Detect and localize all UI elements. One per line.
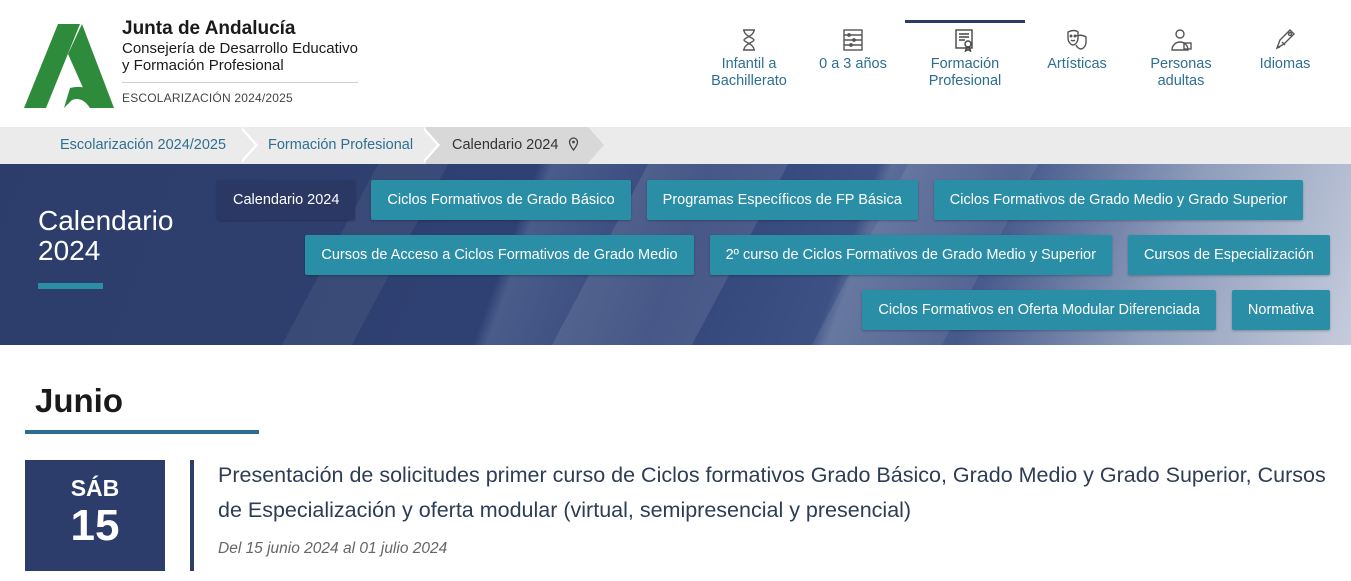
subnav-segundo-curso[interactable]: 2º curso de Ciclos Formativos de Grado M… [709,235,1112,275]
breadcrumb-separator [239,127,255,163]
event-title: Presentación de solicitudes primer curso… [218,463,1326,522]
site-subtitle: ESCOLARIZACIÓN 2024/2025 [122,91,293,105]
pen-icon [1275,29,1295,50]
event-divider [190,460,194,571]
subnav-row: Calendario 2024 Ciclos Formativos de Gra… [210,180,1330,220]
hourglass-icon [743,29,755,51]
organization-name: Junta de Andalucía [122,18,296,39]
section-subnav: Calendario 2024 Ciclos Formativos de Gra… [210,180,1330,345]
month-heading: Junio [35,382,123,419]
subnav-normativa[interactable]: Normativa [1231,290,1330,330]
subnav-row: Ciclos Formativos en Oferta Modular Dife… [210,290,1330,330]
adult-person-icon [1171,29,1192,51]
subnav-calendario-2024[interactable]: Calendario 2024 [217,180,356,220]
junta-andalucia-logo[interactable] [24,24,114,108]
subnav-grado-medio-superior[interactable]: Ciclos Formativos de Grado Medio y Grado… [933,180,1304,220]
subnav-cursos-acceso[interactable]: Cursos de Acceso a Ciclos Formativos de … [305,235,694,275]
event-date-range: Del 15 junio 2024 al 01 julio 2024 [218,540,448,557]
subnav-fp-basica-especificos[interactable]: Programas Específicos de FP Básica [646,180,918,220]
event-date-badge: SÁB 15 [25,460,165,571]
location-pin-icon [569,137,579,151]
subnav-cursos-especializacion[interactable]: Cursos de Especialización [1127,235,1330,275]
subnav-row: Cursos de Acceso a Ciclos Formativos de … [210,235,1330,275]
nav-infantil-bachillerato[interactable]: Infantil a Bachillerato [697,20,801,100]
theater-masks-icon [1067,29,1087,50]
site-header: Junta de Andalucía Consejería de Desarro… [0,0,1351,127]
breadcrumb-end-arrow [588,127,604,163]
nav-0-a-3-anos[interactable]: 0 a 3 años [801,20,905,100]
department-line-1: Consejería de Desarrollo Educativo [122,40,358,57]
top-navigation: Infantil a Bachillerato 0 a 3 años Forma… [697,20,1337,100]
breadcrumb-separator [421,127,437,163]
nav-formacion-profesional[interactable]: Formación Profesional [905,20,1025,100]
nav-idiomas[interactable]: Idiomas [1233,20,1337,100]
month-heading-underline [25,430,259,434]
department-line-2: y Formación Profesional [122,57,284,74]
certificate-icon [955,29,973,52]
banner-title: Calendario 2024 [38,205,174,266]
abacus-icon [843,29,863,51]
event-day-number: 15 [70,501,120,550]
breadcrumb-current: Calendario 2024 [426,127,588,164]
subnav-grado-basico[interactable]: Ciclos Formativos de Grado Básico [371,180,631,220]
breadcrumb-current-label: Calendario 2024 [452,137,559,153]
banner-title-underline [38,283,103,289]
organization-block: Junta de Andalucía Consejería de Desarro… [122,18,362,105]
event-day-of-week: SÁB [70,475,120,501]
breadcrumb: Escolarización 2024/2025 Formación Profe… [0,127,1351,164]
divider [122,82,358,83]
subnav-oferta-modular[interactable]: Ciclos Formativos en Oferta Modular Dife… [862,290,1216,330]
nav-artisticas[interactable]: Artísticas [1025,20,1129,100]
breadcrumb-escolarizacion[interactable]: Escolarización 2024/2025 [46,127,242,164]
nav-personas-adultas[interactable]: Personas adultas [1129,20,1233,100]
breadcrumb-formacion-profesional[interactable]: Formación Profesional [254,127,424,164]
section-banner: Calendario 2024 Calendario 2024 Ciclos F… [0,164,1351,345]
